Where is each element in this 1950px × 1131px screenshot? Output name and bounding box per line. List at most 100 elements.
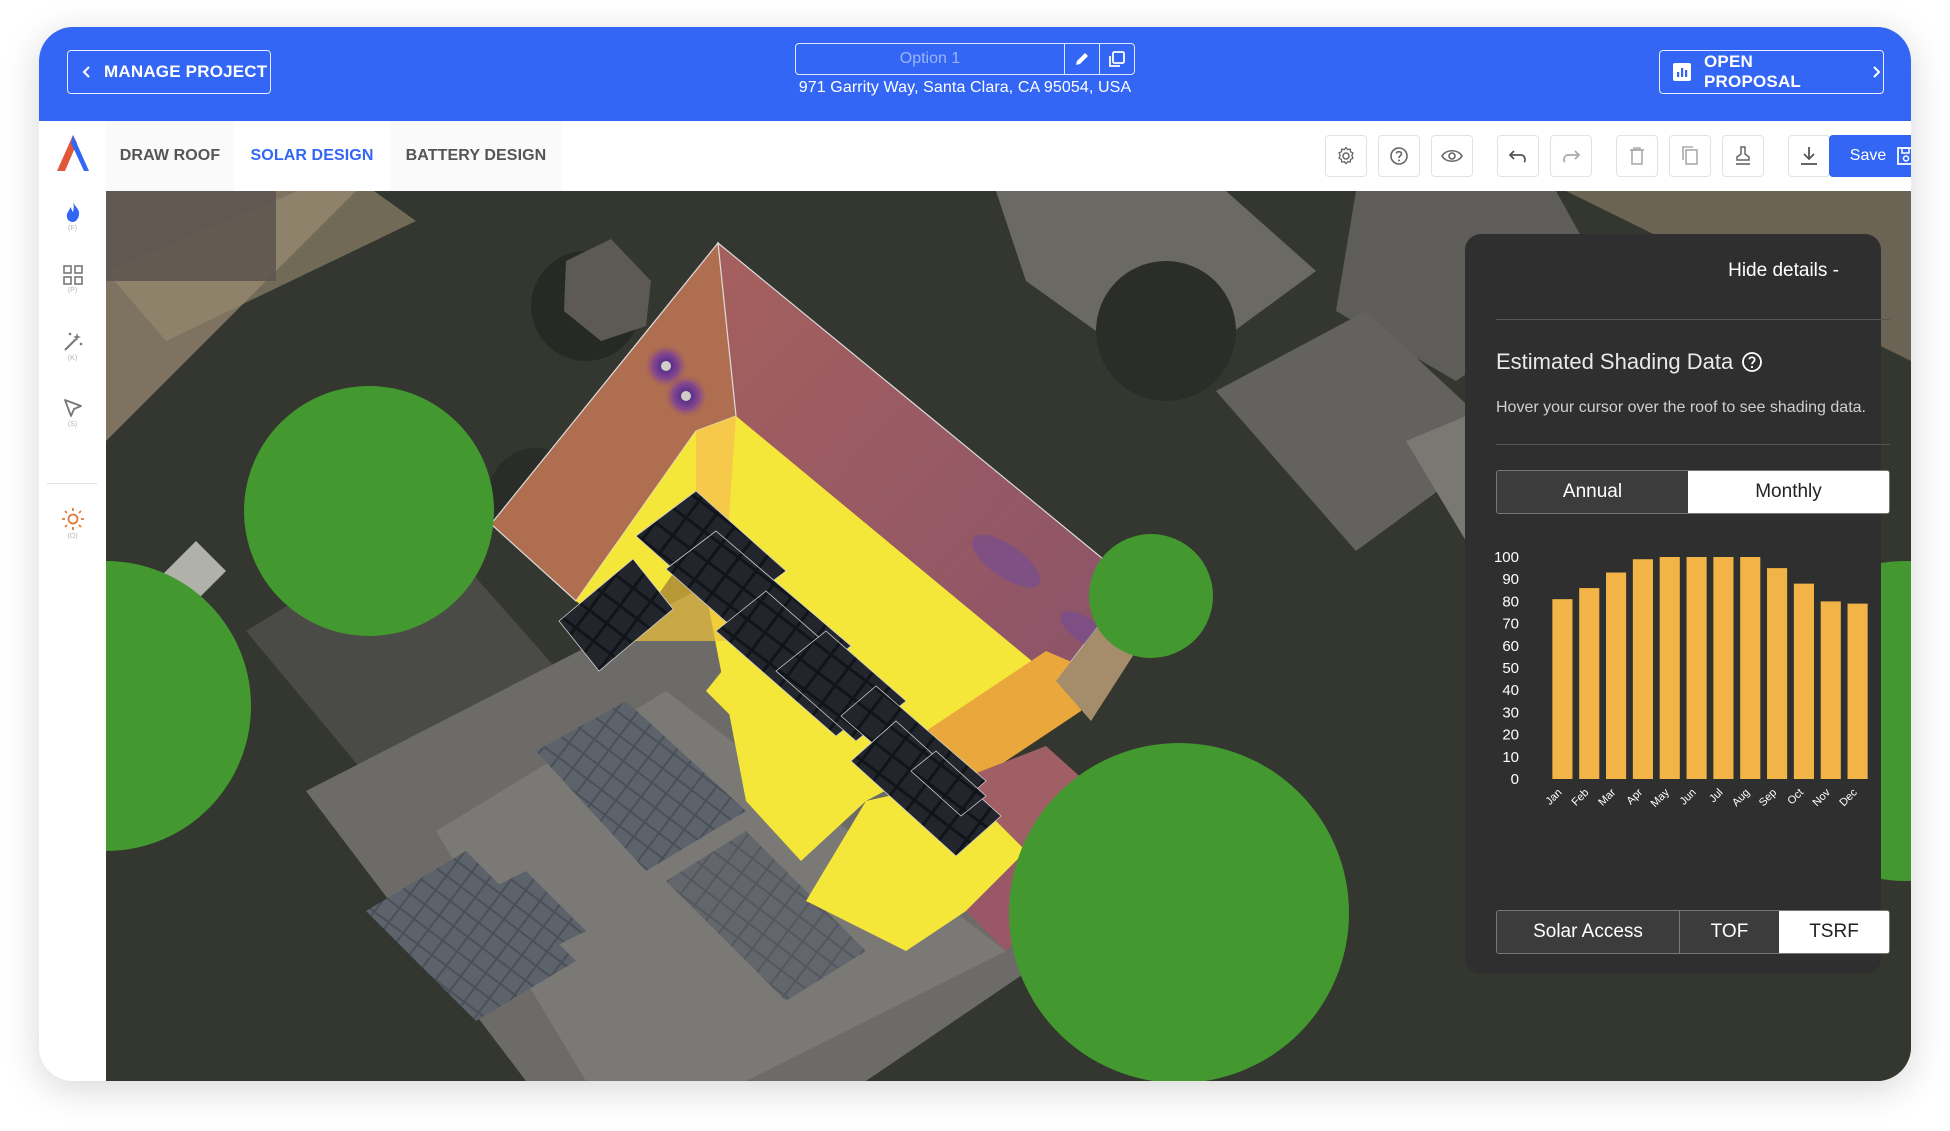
chart-bar-oct[interactable] <box>1793 583 1814 779</box>
rail-shortcut: (P) <box>67 287 78 294</box>
x-tick-label: Aug <box>1730 787 1752 809</box>
metric-tab-tsrf[interactable]: TSRF <box>1779 911 1889 953</box>
rail-sun-tool[interactable]: (O) <box>39 507 106 540</box>
x-tick-label: May <box>1649 786 1673 810</box>
duplicate-option-button[interactable] <box>1099 44 1134 74</box>
manage-project-label: MANAGE PROJECT <box>104 62 268 81</box>
shading-bar-chart: 1009080706050403020100Jan Feb Mar Apr May Jun… <box>1494 549 1868 810</box>
rail-panel-tool[interactable]: (P) <box>39 265 106 294</box>
project-address: 971 Garrity Way, Santa Clara, CA 95054, … <box>798 79 1132 96</box>
x-tick-label: Jul <box>1707 787 1725 805</box>
chart-bar-may[interactable] <box>1659 557 1680 779</box>
help-icon <box>1390 147 1408 165</box>
rail-fire-tool[interactable]: (F) <box>39 201 106 232</box>
download-icon <box>1801 147 1817 165</box>
copy-icon <box>1682 146 1698 165</box>
chevron-right-icon <box>1869 65 1883 79</box>
manage-project-button[interactable]: MANAGE PROJECT <box>67 50 271 94</box>
grid-icon <box>62 265 83 285</box>
select-arrow-icon <box>63 399 82 417</box>
period-tab-monthly[interactable]: Monthly <box>1688 471 1889 513</box>
chart-bar-mar[interactable] <box>1606 572 1627 779</box>
help-icon[interactable] <box>1741 351 1763 373</box>
edit-option-button[interactable] <box>1064 44 1099 74</box>
chart-bar-apr[interactable] <box>1632 559 1653 779</box>
trash-icon <box>1630 147 1644 165</box>
y-tick-label: 70 <box>1502 616 1519 633</box>
chart-bar-dec[interactable] <box>1847 603 1868 779</box>
x-tick-label: Nov <box>1811 786 1834 809</box>
period-tab-annual[interactable]: Annual <box>1497 471 1688 513</box>
chart-bar-sep[interactable] <box>1767 568 1788 779</box>
fire-icon <box>66 202 79 222</box>
option-name-input[interactable] <box>796 44 1064 74</box>
rail-shortcut: (S) <box>67 421 78 428</box>
help-button[interactable] <box>1378 135 1420 177</box>
metric-tab-tof[interactable]: TOF <box>1679 911 1779 953</box>
chart-bar-jul[interactable] <box>1713 557 1734 779</box>
y-tick-label: 60 <box>1502 638 1519 655</box>
tab-draw-roof[interactable]: DRAW ROOF <box>106 121 234 191</box>
chart-bar-aug[interactable] <box>1740 557 1761 779</box>
stamp-icon <box>1736 146 1750 165</box>
metric-toggle: Solar Access TOF TSRF <box>1496 910 1890 954</box>
preview-button[interactable] <box>1431 135 1473 177</box>
download-button[interactable] <box>1788 135 1830 177</box>
save-button[interactable]: Save <box>1829 135 1911 177</box>
y-tick-label: 90 <box>1502 571 1519 588</box>
rail-select-tool[interactable]: (S) <box>39 397 106 428</box>
shading-details-panel: Hide details - Estimated Shading Data Ho… <box>1465 234 1890 974</box>
panel-divider <box>1496 444 1890 445</box>
tree-obstruction[interactable] <box>1089 534 1213 658</box>
save-label: Save <box>1849 147 1887 164</box>
x-tick-label: Jun <box>1678 787 1699 808</box>
y-tick-label: 20 <box>1502 727 1519 744</box>
sun-icon <box>61 508 84 530</box>
open-proposal-button[interactable]: OPEN PROPOSAL <box>1659 50 1884 94</box>
app-window: MANAGE PROJECT 971 Garrity Way, Santa Cl… <box>39 27 1911 1081</box>
y-tick-label: 50 <box>1502 660 1519 677</box>
magic-wand-icon <box>63 332 82 351</box>
panel-title: Estimated Shading Data <box>1496 349 1734 374</box>
rail-magic-tool[interactable]: (K) <box>39 331 106 362</box>
chart-bar-jan[interactable] <box>1552 599 1573 779</box>
chevron-left-icon <box>80 65 94 79</box>
redo-button[interactable] <box>1550 135 1592 177</box>
option-block: 971 Garrity Way, Santa Clara, CA 95054, … <box>795 43 1135 97</box>
tab-battery-design[interactable]: BATTERY DESIGN <box>390 121 562 191</box>
design-toolbar: DRAW ROOF SOLAR DESIGN BATTERY DESIGN Sa… <box>106 121 1911 192</box>
left-tool-rail: (F) (P) (K) (S) (O) <box>39 121 107 1081</box>
x-tick-label: Oct <box>1785 787 1806 808</box>
y-tick-label: 80 <box>1502 593 1519 610</box>
rail-shortcut: (K) <box>67 355 78 362</box>
copy-icon <box>1109 51 1125 67</box>
app-logo <box>53 133 93 178</box>
undo-button[interactable] <box>1497 135 1539 177</box>
panel-title-row: Estimated Shading Data <box>1496 349 1763 375</box>
chart-bar-nov[interactable] <box>1820 601 1841 779</box>
settings-button[interactable] <box>1325 135 1367 177</box>
redo-icon <box>1563 150 1581 163</box>
tree-obstruction[interactable] <box>244 386 494 636</box>
metric-tab-solar-access[interactable]: Solar Access <box>1497 911 1679 953</box>
chart-bar-jun[interactable] <box>1686 557 1707 779</box>
y-tick-label: 100 <box>1494 549 1519 566</box>
x-tick-label: Apr <box>1624 786 1645 807</box>
copy-button[interactable] <box>1669 135 1711 177</box>
eye-icon <box>1441 149 1463 163</box>
report-icon <box>1672 62 1692 82</box>
y-tick-label: 10 <box>1502 749 1519 766</box>
chart-bar-feb[interactable] <box>1579 588 1600 779</box>
hide-details-toggle[interactable]: Hide details - <box>1728 260 1839 282</box>
stamp-button[interactable] <box>1722 135 1764 177</box>
panel-hint: Hover your cursor over the roof to see s… <box>1496 399 1866 416</box>
pencil-icon <box>1076 53 1088 65</box>
rail-shortcut: (F) <box>68 225 77 232</box>
tree-obstruction[interactable] <box>1009 743 1349 1081</box>
tab-solar-design[interactable]: SOLAR DESIGN <box>234 121 390 191</box>
x-tick-label: Dec <box>1837 786 1860 809</box>
x-tick-label: Feb <box>1569 787 1591 809</box>
y-tick-label: 40 <box>1502 682 1519 699</box>
floppy-disk-icon <box>1897 147 1911 165</box>
delete-button[interactable] <box>1616 135 1658 177</box>
